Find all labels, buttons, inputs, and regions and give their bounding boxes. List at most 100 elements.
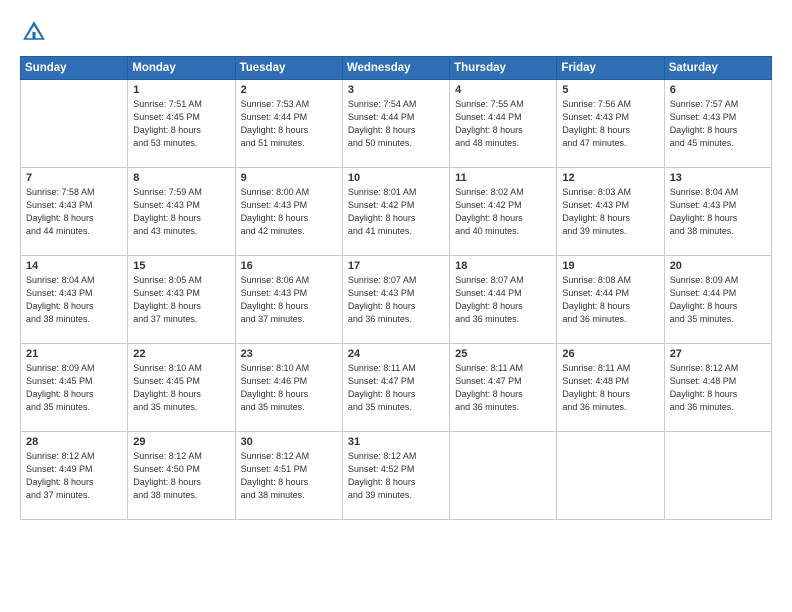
day-info: Sunrise: 7:54 AM Sunset: 4:44 PM Dayligh… (348, 98, 444, 150)
day-info: Sunrise: 8:12 AM Sunset: 4:52 PM Dayligh… (348, 450, 444, 502)
header-cell-wednesday: Wednesday (342, 57, 449, 80)
day-info: Sunrise: 7:58 AM Sunset: 4:43 PM Dayligh… (26, 186, 122, 238)
calendar-cell: 29 Sunrise: 8:12 AM Sunset: 4:50 PM Dayli… (128, 432, 235, 520)
calendar-cell: 13 Sunrise: 8:04 AM Sunset: 4:43 PM Dayli… (664, 168, 771, 256)
day-number: 11 (455, 172, 551, 184)
day-info: Sunrise: 7:57 AM Sunset: 4:43 PM Dayligh… (670, 98, 766, 150)
day-number: 9 (241, 172, 337, 184)
day-info: Sunrise: 8:07 AM Sunset: 4:44 PM Dayligh… (455, 274, 551, 326)
day-info: Sunrise: 8:07 AM Sunset: 4:43 PM Dayligh… (348, 274, 444, 326)
day-number: 22 (133, 348, 229, 360)
day-info: Sunrise: 8:04 AM Sunset: 4:43 PM Dayligh… (670, 186, 766, 238)
day-number: 7 (26, 172, 122, 184)
day-info: Sunrise: 8:01 AM Sunset: 4:42 PM Dayligh… (348, 186, 444, 238)
calendar-cell: 1 Sunrise: 7:51 AM Sunset: 4:45 PM Daylig… (128, 80, 235, 168)
day-info: Sunrise: 8:12 AM Sunset: 4:51 PM Dayligh… (241, 450, 337, 502)
calendar-cell: 28 Sunrise: 8:12 AM Sunset: 4:49 PM Dayli… (21, 432, 128, 520)
calendar-cell: 15 Sunrise: 8:05 AM Sunset: 4:43 PM Dayli… (128, 256, 235, 344)
day-number: 24 (348, 348, 444, 360)
day-info: Sunrise: 7:51 AM Sunset: 4:45 PM Dayligh… (133, 98, 229, 150)
calendar-header-row: SundayMondayTuesdayWednesdayThursdayFrid… (21, 57, 772, 80)
calendar-cell: 19 Sunrise: 8:08 AM Sunset: 4:44 PM Dayli… (557, 256, 664, 344)
day-number: 21 (26, 348, 122, 360)
day-number: 15 (133, 260, 229, 272)
calendar-cell: 5 Sunrise: 7:56 AM Sunset: 4:43 PM Daylig… (557, 80, 664, 168)
calendar-cell: 6 Sunrise: 7:57 AM Sunset: 4:43 PM Daylig… (664, 80, 771, 168)
day-number: 31 (348, 436, 444, 448)
header-cell-monday: Monday (128, 57, 235, 80)
calendar-cell: 24 Sunrise: 8:11 AM Sunset: 4:47 PM Dayli… (342, 344, 449, 432)
day-number: 1 (133, 84, 229, 96)
calendar-cell: 31 Sunrise: 8:12 AM Sunset: 4:52 PM Dayli… (342, 432, 449, 520)
day-info: Sunrise: 8:05 AM Sunset: 4:43 PM Dayligh… (133, 274, 229, 326)
header-cell-thursday: Thursday (450, 57, 557, 80)
day-info: Sunrise: 8:03 AM Sunset: 4:43 PM Dayligh… (562, 186, 658, 238)
calendar-cell: 30 Sunrise: 8:12 AM Sunset: 4:51 PM Dayli… (235, 432, 342, 520)
day-number: 13 (670, 172, 766, 184)
day-number: 18 (455, 260, 551, 272)
day-number: 25 (455, 348, 551, 360)
day-info: Sunrise: 8:12 AM Sunset: 4:50 PM Dayligh… (133, 450, 229, 502)
day-info: Sunrise: 8:11 AM Sunset: 4:47 PM Dayligh… (455, 362, 551, 414)
day-number: 16 (241, 260, 337, 272)
day-number: 29 (133, 436, 229, 448)
day-number: 26 (562, 348, 658, 360)
day-info: Sunrise: 8:11 AM Sunset: 4:47 PM Dayligh… (348, 362, 444, 414)
day-info: Sunrise: 7:55 AM Sunset: 4:44 PM Dayligh… (455, 98, 551, 150)
day-number: 17 (348, 260, 444, 272)
calendar-cell: 26 Sunrise: 8:11 AM Sunset: 4:48 PM Dayli… (557, 344, 664, 432)
day-info: Sunrise: 7:53 AM Sunset: 4:44 PM Dayligh… (241, 98, 337, 150)
calendar-cell: 23Sunrise: 8:10 AM Sunset: 4:46 PM Dayli… (235, 344, 342, 432)
calendar-week-2: 7 Sunrise: 7:58 AM Sunset: 4:43 PM Daylig… (21, 168, 772, 256)
day-info: Sunrise: 8:09 AM Sunset: 4:45 PM Dayligh… (26, 362, 122, 414)
day-number: 3 (348, 84, 444, 96)
day-number: 2 (241, 84, 337, 96)
day-number: 10 (348, 172, 444, 184)
day-number: 4 (455, 84, 551, 96)
page: SundayMondayTuesdayWednesdayThursdayFrid… (0, 0, 792, 612)
day-info: Sunrise: 8:08 AM Sunset: 4:44 PM Dayligh… (562, 274, 658, 326)
calendar-cell: 22Sunrise: 8:10 AM Sunset: 4:45 PM Dayli… (128, 344, 235, 432)
day-number: 19 (562, 260, 658, 272)
calendar-cell: 3 Sunrise: 7:54 AM Sunset: 4:44 PM Daylig… (342, 80, 449, 168)
calendar-cell (664, 432, 771, 520)
calendar-cell (450, 432, 557, 520)
day-number: 23 (241, 348, 337, 360)
calendar-cell: 8 Sunrise: 7:59 AM Sunset: 4:43 PM Daylig… (128, 168, 235, 256)
day-number: 8 (133, 172, 229, 184)
day-number: 5 (562, 84, 658, 96)
logo (20, 18, 52, 46)
calendar-cell: 9 Sunrise: 8:00 AM Sunset: 4:43 PM Daylig… (235, 168, 342, 256)
header (20, 18, 772, 46)
calendar-cell: 18 Sunrise: 8:07 AM Sunset: 4:44 PM Dayli… (450, 256, 557, 344)
day-info: Sunrise: 8:12 AM Sunset: 4:49 PM Dayligh… (26, 450, 122, 502)
calendar-cell: 2 Sunrise: 7:53 AM Sunset: 4:44 PM Daylig… (235, 80, 342, 168)
day-info: Sunrise: 7:59 AM Sunset: 4:43 PM Dayligh… (133, 186, 229, 238)
day-info: Sunrise: 8:06 AM Sunset: 4:43 PM Dayligh… (241, 274, 337, 326)
calendar-cell: 7 Sunrise: 7:58 AM Sunset: 4:43 PM Daylig… (21, 168, 128, 256)
day-number: 6 (670, 84, 766, 96)
calendar-week-4: 21 Sunrise: 8:09 AM Sunset: 4:45 PM Dayli… (21, 344, 772, 432)
calendar-cell: 27Sunrise: 8:12 AM Sunset: 4:48 PM Dayli… (664, 344, 771, 432)
calendar-cell: 25 Sunrise: 8:11 AM Sunset: 4:47 PM Dayli… (450, 344, 557, 432)
day-info: Sunrise: 8:00 AM Sunset: 4:43 PM Dayligh… (241, 186, 337, 238)
calendar-cell (557, 432, 664, 520)
day-number: 14 (26, 260, 122, 272)
calendar-table: SundayMondayTuesdayWednesdayThursdayFrid… (20, 56, 772, 520)
calendar-cell: 11Sunrise: 8:02 AM Sunset: 4:42 PM Dayli… (450, 168, 557, 256)
day-info: Sunrise: 8:12 AM Sunset: 4:48 PM Dayligh… (670, 362, 766, 414)
calendar-cell: 12Sunrise: 8:03 AM Sunset: 4:43 PM Dayli… (557, 168, 664, 256)
calendar-cell: 21 Sunrise: 8:09 AM Sunset: 4:45 PM Dayli… (21, 344, 128, 432)
calendar-cell: 10 Sunrise: 8:01 AM Sunset: 4:42 PM Dayli… (342, 168, 449, 256)
day-info: Sunrise: 7:56 AM Sunset: 4:43 PM Dayligh… (562, 98, 658, 150)
day-number: 30 (241, 436, 337, 448)
calendar-week-5: 28 Sunrise: 8:12 AM Sunset: 4:49 PM Dayli… (21, 432, 772, 520)
day-info: Sunrise: 8:11 AM Sunset: 4:48 PM Dayligh… (562, 362, 658, 414)
calendar-cell: 20Sunrise: 8:09 AM Sunset: 4:44 PM Dayli… (664, 256, 771, 344)
calendar-cell: 4 Sunrise: 7:55 AM Sunset: 4:44 PM Daylig… (450, 80, 557, 168)
calendar-week-1: 1 Sunrise: 7:51 AM Sunset: 4:45 PM Daylig… (21, 80, 772, 168)
calendar-week-3: 14Sunrise: 8:04 AM Sunset: 4:43 PM Dayli… (21, 256, 772, 344)
header-cell-friday: Friday (557, 57, 664, 80)
day-number: 28 (26, 436, 122, 448)
calendar-cell: 14Sunrise: 8:04 AM Sunset: 4:43 PM Dayli… (21, 256, 128, 344)
